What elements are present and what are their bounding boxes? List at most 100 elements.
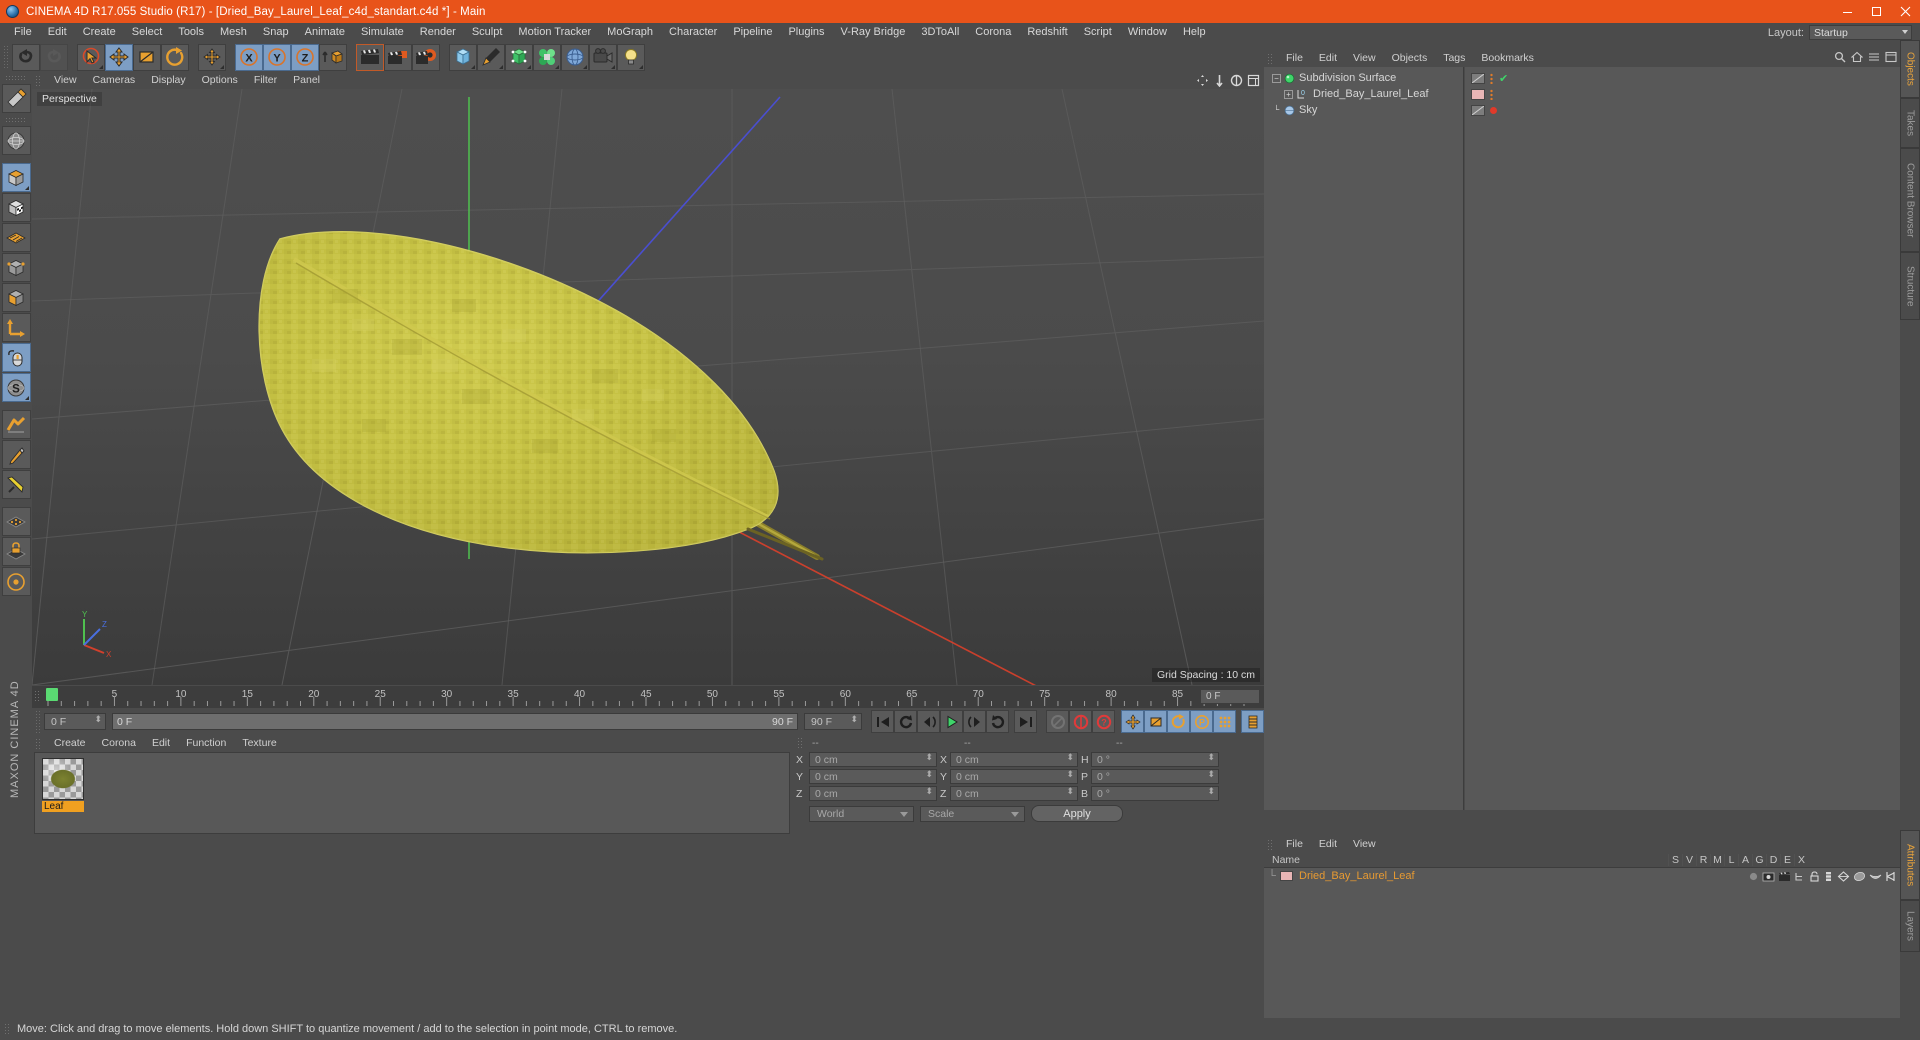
cap-tag-icon[interactable]: [1869, 871, 1882, 882]
spinner-icon[interactable]: ⬍: [1066, 753, 1074, 762]
coord-field-size-z[interactable]: 0 cm ⬍: [950, 786, 1078, 801]
search-icon[interactable]: [1834, 51, 1846, 63]
connect-tag-icon[interactable]: [1794, 871, 1806, 882]
render-view-button[interactable]: [356, 43, 384, 71]
menu-item-pipeline[interactable]: Pipeline: [725, 23, 780, 42]
expander-plus-icon[interactable]: +: [1284, 89, 1293, 99]
menu-item-corona[interactable]: Corona: [967, 23, 1019, 42]
end-frame-field[interactable]: 90 F ⬍: [804, 713, 862, 730]
enable-axis-button[interactable]: [1, 343, 31, 372]
menu-item-simulate[interactable]: Simulate: [353, 23, 412, 42]
spinner-icon[interactable]: ⬍: [1207, 787, 1215, 796]
record-position-button[interactable]: [1121, 710, 1144, 733]
menu-item-help[interactable]: Help: [1175, 23, 1214, 42]
world-coordinate-toggle[interactable]: [319, 43, 347, 71]
add-camera-button[interactable]: [589, 43, 617, 71]
loop-button[interactable]: [986, 710, 1009, 733]
viewport-menu-panel[interactable]: Panel: [285, 72, 328, 89]
add-light-button[interactable]: [617, 43, 645, 71]
lock-icon[interactable]: [1809, 870, 1820, 882]
playbar-grip[interactable]: [35, 709, 42, 734]
spinner-icon[interactable]: ⬍: [925, 787, 933, 796]
add-spline-button[interactable]: [477, 43, 505, 71]
timeline-scrollbar[interactable]: 0 F 90 F: [112, 713, 798, 730]
dolly-icon[interactable]: [1213, 74, 1226, 87]
viewport-menu-display[interactable]: Display: [143, 72, 193, 89]
menu-item-edit[interactable]: Edit: [40, 23, 75, 42]
spinner-icon[interactable]: ⬍: [94, 715, 102, 724]
menu-item-mograph[interactable]: MoGraph: [599, 23, 661, 42]
move-axis-tool[interactable]: [198, 43, 226, 71]
material-menu-function[interactable]: Function: [178, 735, 234, 752]
spinner-icon[interactable]: ⬍: [925, 770, 933, 779]
object-row-dried-bay-laurel-leaf[interactable]: + 0 Dried_Bay_Laurel_Leaf: [1264, 86, 1463, 102]
menu-item-animate[interactable]: Animate: [297, 23, 353, 42]
undo-button[interactable]: [12, 43, 40, 71]
add-generator-button[interactable]: [505, 43, 533, 71]
next-key-button[interactable]: [963, 710, 986, 733]
attribute-manager-grip[interactable]: [1267, 838, 1274, 851]
attribute-table[interactable]: Name S V R M L A G D E X └ Dried_Bay_Lau…: [1264, 853, 1900, 1018]
tag-dots-icon[interactable]: [1490, 72, 1493, 84]
object-row-subdivision-surface[interactable]: − Subdivision Surface: [1264, 70, 1463, 86]
record-active-objects-button[interactable]: [1046, 710, 1069, 733]
menu-item-file[interactable]: File: [6, 23, 40, 42]
spinner-icon[interactable]: ⬍: [1207, 770, 1215, 779]
object-row-sky[interactable]: └ Sky: [1264, 102, 1463, 118]
object-manager-grip[interactable]: [1267, 52, 1274, 65]
record-rotation-button[interactable]: [1167, 710, 1190, 733]
material-item-leaf[interactable]: Leaf: [42, 758, 84, 812]
menu-item-character[interactable]: Character: [661, 23, 725, 42]
menu-item-script[interactable]: Script: [1076, 23, 1120, 42]
add-deformer-button[interactable]: [533, 43, 561, 71]
go-to-start-button[interactable]: [871, 710, 894, 733]
timeline-grip[interactable]: [34, 690, 41, 703]
close-icon[interactable]: [1891, 0, 1920, 23]
visibility-toggle-icon[interactable]: [1471, 72, 1485, 84]
tab-takes[interactable]: Takes: [1900, 98, 1920, 148]
object-tags-row-1[interactable]: ✔: [1465, 70, 1900, 86]
coord-field-rot-p[interactable]: 0 ° ⬍: [1091, 769, 1219, 784]
object-tags-area[interactable]: ✔: [1465, 67, 1900, 810]
tab-layers[interactable]: Layers: [1900, 900, 1920, 952]
spinner-icon[interactable]: ⬍: [1207, 753, 1215, 762]
menu-item-vray-bridge[interactable]: V-Ray Bridge: [833, 23, 914, 42]
lock-y-axis[interactable]: Y: [263, 43, 291, 71]
tab-attributes[interactable]: Attributes: [1900, 830, 1920, 900]
viewport-menu-options[interactable]: Options: [194, 72, 246, 89]
move-tool[interactable]: [105, 43, 133, 71]
timeline-playhead[interactable]: [46, 688, 58, 701]
material-tag-icon[interactable]: [1471, 88, 1485, 100]
coord-field-pos-z[interactable]: 0 cm ⬍: [809, 786, 937, 801]
orbit-icon[interactable]: [1230, 74, 1243, 87]
minimize-icon[interactable]: [1833, 0, 1862, 23]
maximize-view-icon[interactable]: [1247, 74, 1260, 87]
play-backwards-button[interactable]: [894, 710, 917, 733]
menu-item-sculpt[interactable]: Sculpt: [464, 23, 511, 42]
snap-settings-button[interactable]: [1, 507, 31, 536]
left-toolbar-grip[interactable]: [5, 75, 27, 82]
coord-field-pos-y[interactable]: 0 cm ⬍: [809, 769, 937, 784]
coordinate-mode-dropdown[interactable]: Scale: [920, 805, 1025, 822]
go-to-end-button[interactable]: [1014, 710, 1037, 733]
tag-dots-icon[interactable]: [1490, 88, 1493, 100]
lock-z-axis[interactable]: Z: [291, 43, 319, 71]
scale-tool[interactable]: [133, 43, 161, 71]
coordinate-system-dropdown[interactable]: World: [809, 805, 914, 822]
material-menu-corona[interactable]: Corona: [94, 735, 144, 752]
spinner-icon[interactable]: ⬍: [925, 753, 933, 762]
rotate-tool[interactable]: [161, 43, 189, 71]
menu-item-window[interactable]: Window: [1120, 23, 1175, 42]
maximize-icon[interactable]: [1862, 0, 1891, 23]
record-pla-button[interactable]: P: [1190, 710, 1213, 733]
previous-key-button[interactable]: [917, 710, 940, 733]
object-menu-objects[interactable]: Objects: [1384, 50, 1436, 67]
menu-item-render[interactable]: Render: [412, 23, 464, 42]
home-icon[interactable]: [1851, 51, 1863, 63]
menu-item-redshift[interactable]: Redshift: [1019, 23, 1075, 42]
visibility-toggle-icon[interactable]: [1471, 104, 1485, 116]
object-axis-mode-button[interactable]: [1, 313, 31, 342]
viewport-solo-button[interactable]: [1, 126, 31, 155]
coord-field-size-x[interactable]: 0 cm ⬍: [950, 752, 1078, 767]
toolbar-grip[interactable]: [3, 45, 10, 69]
